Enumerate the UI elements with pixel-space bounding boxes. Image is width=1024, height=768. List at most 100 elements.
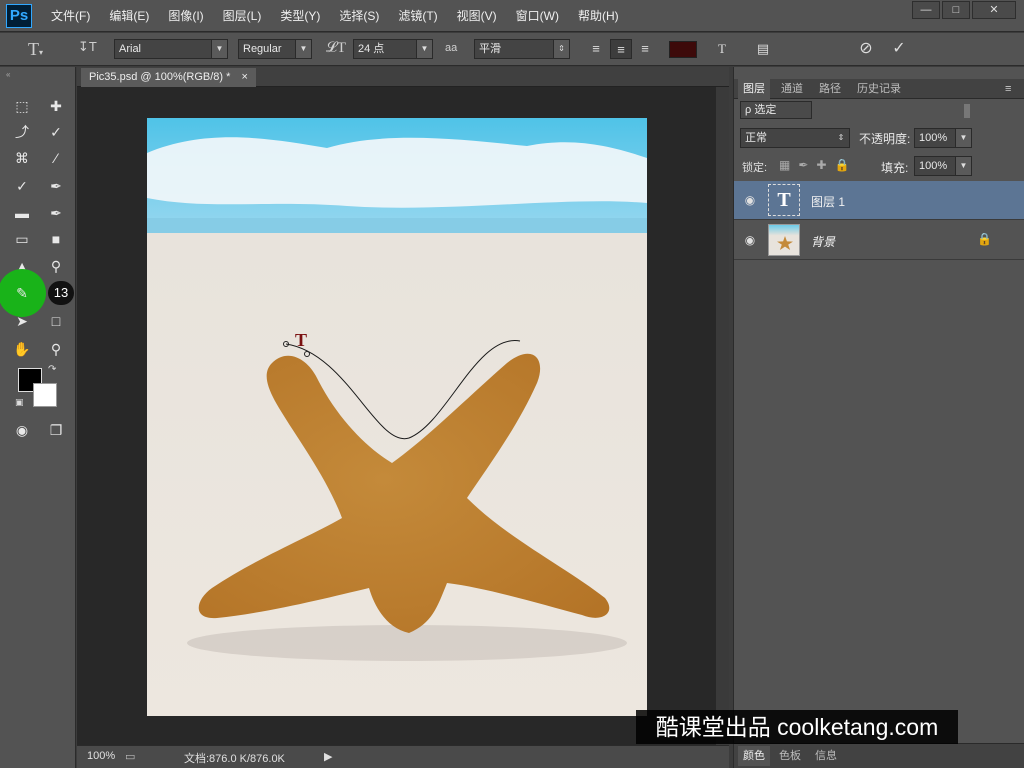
history-brush-tool-icon[interactable]: ✒: [45, 202, 67, 224]
menu-help[interactable]: 帮助(H): [569, 0, 629, 32]
font-size-value: 24 点: [358, 43, 385, 55]
document-tab-strip: Pic35.psd @ 100%(RGB/8) * ×: [77, 67, 729, 87]
menu-filter[interactable]: 滤镜(T): [389, 0, 447, 32]
tab-channels[interactable]: 通道: [776, 79, 808, 99]
hand-tool-icon[interactable]: ✋: [11, 338, 33, 360]
warp-text-button[interactable]: Т​: [711, 39, 733, 59]
font-family-select[interactable]: Arial ▼: [114, 39, 228, 59]
screen-mode-icon[interactable]: ❐: [45, 419, 67, 441]
menu-view[interactable]: 视图(V): [448, 0, 507, 32]
chevron-down-icon: ▼: [955, 129, 971, 147]
filter-toggle[interactable]: [964, 104, 970, 118]
crop-tool-icon[interactable]: ⌘: [11, 147, 33, 169]
eye-icon[interactable]: ◉: [743, 233, 757, 247]
marquee-tool-icon[interactable]: ⬚: [11, 95, 33, 117]
pen-tool-icon[interactable]: ✎: [11, 282, 33, 304]
fill-value: 100%: [919, 160, 948, 172]
rectangle-tool-icon[interactable]: □: [45, 310, 67, 332]
blend-mode-select[interactable]: 正常 ⇕: [740, 128, 850, 148]
font-size-icon: 𝓛T: [326, 40, 347, 56]
tab-history[interactable]: 历史记录: [852, 79, 906, 99]
menu-file[interactable]: 文件(F): [42, 0, 100, 32]
menu-window[interactable]: 窗口(W): [507, 0, 569, 32]
brush-tool-icon[interactable]: ✒: [45, 175, 67, 197]
quick-selection-tool-icon[interactable]: ✓: [45, 121, 67, 143]
close-window-button[interactable]: ✕: [972, 1, 1016, 19]
menu-select[interactable]: 选择(S): [330, 0, 389, 32]
tab-color[interactable]: 颜色: [738, 746, 770, 766]
layer-filter-select[interactable]: ρ 选定: [740, 101, 812, 119]
font-size-select[interactable]: 24 点 ▼: [353, 39, 433, 59]
bottom-panel-tabs: 颜色 色板 信息: [734, 743, 1024, 768]
align-center-button[interactable]: ≡: [610, 39, 632, 59]
chevron-down-icon: ▼: [211, 40, 227, 58]
watermark: 酷课堂出品 coolketang.com: [636, 710, 958, 744]
status-icon: ▭: [125, 751, 136, 763]
toggle-text-orientation-icon[interactable]: ↧T: [78, 39, 97, 55]
move-tool-icon[interactable]: ✚: [45, 95, 67, 117]
commit-edits-button[interactable]: ✓: [888, 39, 910, 59]
type-tool-preset-icon[interactable]: T▾: [28, 39, 43, 60]
lock-icons[interactable]: ▦✒✚🔒: [779, 158, 857, 172]
tab-layers[interactable]: 图层: [738, 79, 770, 99]
main-menu: 文件(F) 编辑(E) 图像(I) 图层(L) 类型(Y) 选择(S) 滤镜(T…: [42, 0, 629, 32]
menu-type[interactable]: 类型(Y): [271, 0, 330, 32]
close-tab-icon[interactable]: ×: [241, 71, 247, 83]
gradient-tool-icon[interactable]: ■: [45, 228, 67, 250]
opacity-label: 不透明度:: [859, 132, 911, 146]
chevron-down-icon: ▼: [955, 157, 971, 175]
layer-row[interactable]: ◉ T 图层 1: [734, 181, 1024, 220]
antialias-select[interactable]: 平滑 ⇕: [474, 39, 570, 59]
zoom-level[interactable]: 100%: [87, 750, 115, 762]
clone-stamp-tool-icon[interactable]: ▬: [11, 202, 33, 224]
healing-brush-tool-icon[interactable]: ✓: [11, 175, 33, 197]
tab-info[interactable]: 信息: [810, 746, 842, 766]
opacity-input[interactable]: 100% ▼: [914, 128, 972, 148]
status-menu-arrow-icon[interactable]: ▶: [324, 750, 332, 763]
toolbox: « ⬚ ✚ ⤴ ✓ ⌘ ⁄ ✓ ✒ ▬ ✒ ▭ ■ ▲ ⚲ ✎ 13 ➤ □ ✋…: [0, 67, 76, 768]
path-selection-tool-icon[interactable]: ➤: [11, 310, 33, 332]
lock-label: 锁定:: [742, 162, 768, 174]
menu-edit[interactable]: 编辑(E): [100, 0, 159, 32]
chevron-down-icon: ▼: [295, 40, 311, 58]
document-tab[interactable]: Pic35.psd @ 100%(RGB/8) * ×: [81, 68, 256, 87]
default-colors-icon[interactable]: ▣: [15, 397, 24, 408]
minimize-button[interactable]: —: [912, 1, 940, 19]
eye-icon[interactable]: ◉: [743, 193, 757, 207]
dodge-tool-icon[interactable]: ⚲: [45, 255, 67, 277]
cancel-edits-button[interactable]: ⊘: [855, 39, 877, 59]
character-panel-button[interactable]: ▤: [752, 39, 774, 59]
menu-image[interactable]: 图像(I): [159, 0, 213, 32]
canvas-image[interactable]: T: [147, 118, 647, 716]
quick-mask-icon[interactable]: ◉: [11, 419, 33, 441]
zoom-tool-icon[interactable]: ⚲: [45, 338, 67, 360]
panel-menu-icon[interactable]: ≡: [1000, 79, 1016, 99]
fill-input[interactable]: 100% ▼: [914, 156, 972, 176]
background-color-swatch[interactable]: [33, 383, 57, 407]
swap-colors-icon[interactable]: ↷: [48, 364, 56, 375]
antialias-icon: aa: [445, 42, 458, 54]
layer-name[interactable]: 图层 1: [811, 193, 845, 210]
eraser-tool-icon[interactable]: ▭: [11, 228, 33, 250]
tab-swatches[interactable]: 色板: [774, 746, 806, 766]
maximize-button[interactable]: □: [942, 1, 970, 19]
document-info: 文档:876.0 K/876.0K: [184, 753, 285, 765]
status-bar: 100% ▭ 文档:876.0 K/876.0K ▶: [77, 745, 729, 768]
collapse-toolbox-icon[interactable]: «: [6, 70, 10, 79]
eyedropper-tool-icon[interactable]: ⁄: [45, 147, 67, 169]
align-left-button[interactable]: ≡: [585, 39, 607, 59]
layer-row[interactable]: ◉ 背景 🔒: [734, 221, 1024, 260]
tab-paths[interactable]: 路径: [814, 79, 846, 99]
starfish-thumb-icon: [777, 236, 793, 250]
font-style-select[interactable]: Regular ▼: [238, 39, 312, 59]
background-layer-thumbnail: [768, 224, 800, 256]
font-style-value: Regular: [243, 43, 282, 55]
layer-name[interactable]: 背景: [811, 233, 835, 250]
document-tab-title: Pic35.psd @ 100%(RGB/8) *: [89, 71, 231, 83]
text-color-swatch[interactable]: [669, 41, 697, 58]
lasso-tool-icon[interactable]: ⤴: [11, 121, 33, 143]
starfish-photo: T: [147, 118, 647, 716]
align-right-button[interactable]: ≡: [634, 39, 656, 59]
menu-layer[interactable]: 图层(L): [214, 0, 272, 32]
vertical-scrollbar[interactable]: [716, 87, 729, 745]
